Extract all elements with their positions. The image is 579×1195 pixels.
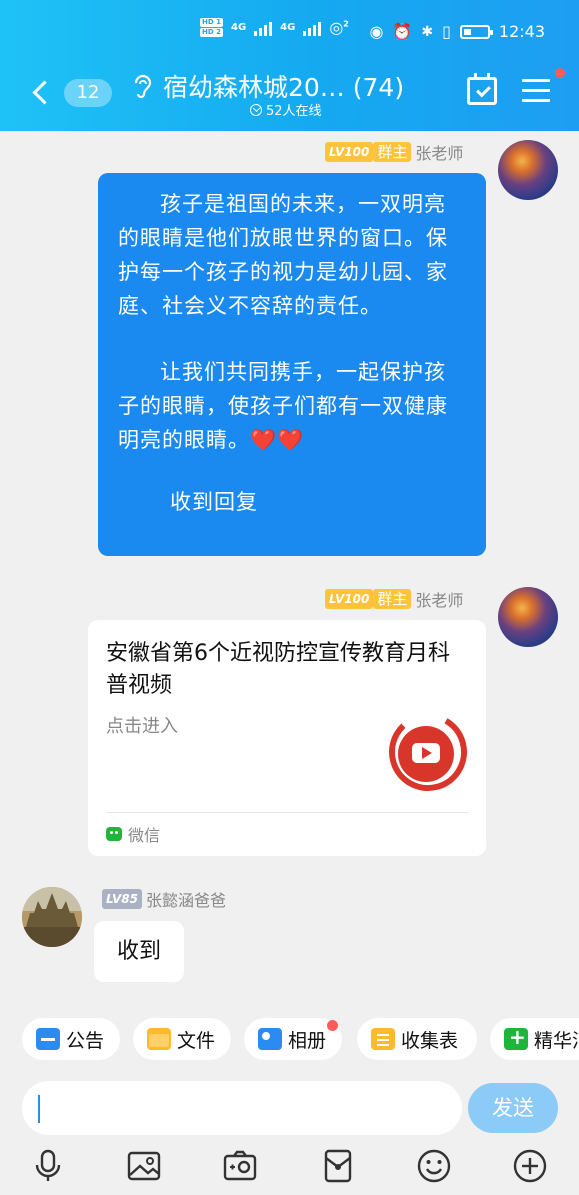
status-bar: HD 1 HD 2 4G 4G ◎2 ◉ ⏰ ✱ ▯ 12:43: [0, 18, 579, 50]
sender-info: LV100 群主 张老师: [325, 140, 463, 164]
image-icon[interactable]: [126, 1148, 162, 1184]
divider: [106, 812, 468, 813]
sender-info: LV85 张懿涵爸爸: [102, 887, 226, 911]
wechat-icon: [106, 827, 122, 841]
chat-title[interactable]: 宿幼森林城20… (74): [163, 68, 404, 104]
shortcut-notice[interactable]: 公告: [22, 1018, 120, 1060]
composer: 发送: [0, 1076, 579, 1140]
chevron-down-icon: [250, 103, 262, 116]
notice-icon: [36, 1028, 60, 1050]
vibrate-icon: ▯: [442, 22, 451, 41]
bluetooth-icon: ✱: [421, 23, 434, 40]
battery-icon: [459, 24, 493, 39]
card-description: 点击进入: [106, 716, 178, 737]
nav-bar: 12 宿幼森林城20… (74) 52人在线: [0, 60, 579, 130]
notification-dot: [555, 68, 565, 78]
message-paragraph: 让我们共同携手，一起保护孩子的眼睛，使孩子们都有一双健康明亮的眼睛。❤️❤️: [118, 360, 448, 452]
message-paragraph: 收到回复: [170, 490, 258, 514]
message-paragraph: 孩子是祖国的未来，一双明亮的眼睛是他们放眼世界的窗口。保护每一个孩子的视力是幼儿…: [118, 192, 448, 318]
camera-icon[interactable]: [222, 1148, 258, 1184]
album-icon: [258, 1028, 282, 1050]
unread-count-badge[interactable]: 12: [64, 79, 112, 107]
video-thumbnail-icon: [388, 712, 468, 792]
online-count[interactable]: 52人在线: [250, 100, 322, 119]
calendar-check-icon[interactable]: [467, 73, 497, 105]
sender-info: LV100 群主 张老师: [325, 587, 463, 611]
level-badge: LV100: [325, 589, 374, 609]
sender-name[interactable]: 张懿涵爸爸: [146, 887, 226, 911]
avatar[interactable]: [22, 887, 82, 947]
alarm-icon: ⏰: [392, 22, 413, 41]
sender-name[interactable]: 张老师: [415, 140, 463, 164]
sender-name[interactable]: 张老师: [415, 587, 463, 611]
essence-icon: [504, 1025, 528, 1050]
menu-icon[interactable]: [522, 79, 550, 103]
signal-icon: [254, 20, 273, 36]
hotspot-icon: ◎2: [329, 18, 349, 37]
level-badge: LV100: [325, 142, 374, 162]
message-input[interactable]: [22, 1081, 462, 1135]
chat-header: HD 1 HD 2 4G 4G ◎2 ◉ ⏰ ✱ ▯ 12:43 12 宿幼森林…: [0, 0, 579, 131]
message-bubble[interactable]: 收到: [94, 921, 184, 982]
shortcut-files[interactable]: 文件: [133, 1018, 231, 1060]
owner-badge: 群主: [373, 589, 412, 609]
share-card[interactable]: 安徽省第6个近视防控宣传教育月科普视频 点击进入 微信: [88, 620, 486, 856]
shortcut-essence[interactable]: 精华消息: [490, 1018, 579, 1060]
avatar[interactable]: [498, 140, 558, 200]
form-icon: [371, 1028, 395, 1050]
back-icon[interactable]: [30, 78, 54, 106]
clock: 12:43: [498, 22, 545, 41]
folder-icon: [147, 1028, 171, 1050]
eye-icon: ◉: [369, 22, 384, 41]
emoji-icon[interactable]: [416, 1148, 452, 1184]
text-caret: [38, 1095, 40, 1123]
card-title: 安徽省第6个近视防控宣传教育月科普视频: [106, 641, 450, 698]
send-button[interactable]: 发送: [468, 1083, 558, 1133]
avatar[interactable]: [498, 587, 558, 647]
microphone-icon[interactable]: [30, 1148, 66, 1184]
notification-dot: [327, 1020, 338, 1031]
shortcut-bar: 公告 文件 相册 收集表 精华消息: [0, 1008, 579, 1072]
red-packet-icon[interactable]: [320, 1148, 356, 1184]
signal-icon-2: [303, 20, 322, 36]
input-toolbar: [0, 1140, 579, 1195]
level-badge: LV85: [102, 889, 142, 909]
message-bubble[interactable]: 孩子是祖国的未来，一双明亮的眼睛是他们放眼世界的窗口。保护每一个孩子的视力是幼儿…: [98, 173, 486, 556]
network-type-1: 4G: [230, 22, 247, 33]
plus-icon[interactable]: [512, 1148, 548, 1184]
owner-badge: 群主: [373, 142, 412, 162]
card-source: 微信: [106, 822, 160, 846]
network-type-2: 4G: [280, 22, 296, 33]
hd-badge: HD 1 HD 2: [200, 18, 223, 37]
shortcut-form[interactable]: 收集表: [357, 1018, 477, 1060]
ear-icon[interactable]: [132, 73, 154, 108]
